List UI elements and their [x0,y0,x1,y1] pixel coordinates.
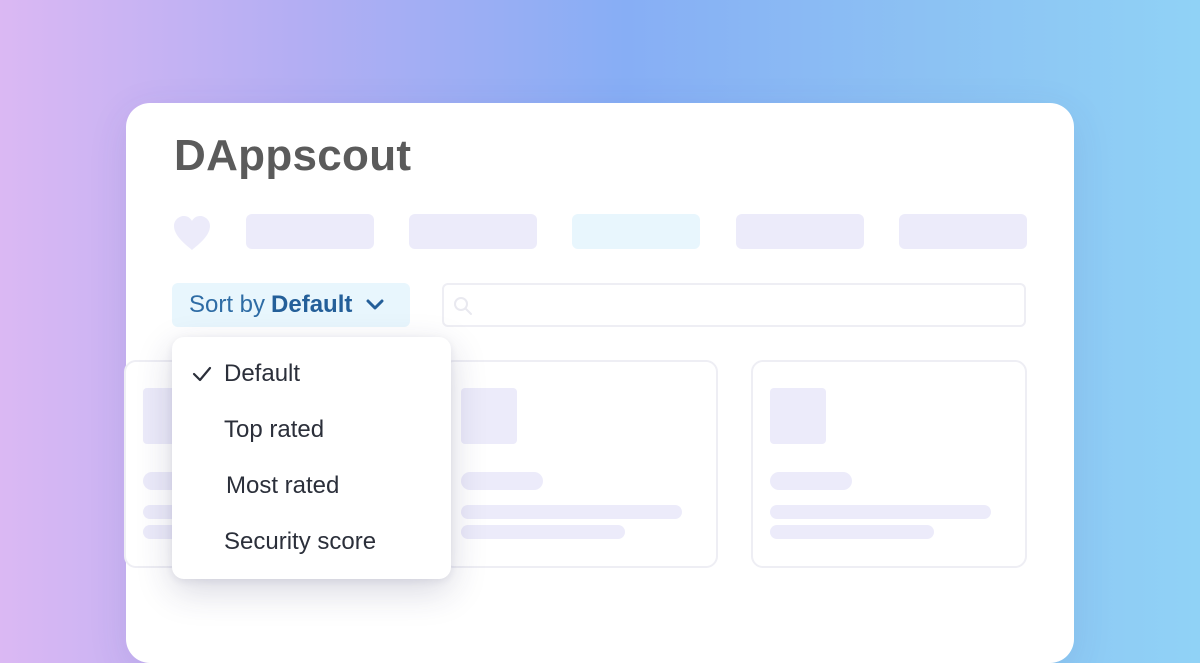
app-card-thumbnail [770,388,826,444]
search-input[interactable] [442,283,1026,327]
search-icon [454,297,472,315]
sort-option-security-score[interactable]: Security score [172,522,451,562]
app-card-text-placeholder [770,505,991,519]
sort-option-top-rated[interactable]: Top rated [172,410,451,450]
app-card-text-placeholder [461,505,682,519]
tab-placeholder-2[interactable] [409,214,537,249]
app-title: DAppscout [174,131,412,180]
sort-selected-value: Default [271,291,353,318]
app-card-text-placeholder [461,525,625,539]
sort-option-label: Most rated [226,472,340,499]
tab-placeholder-4[interactable] [736,214,864,249]
chevron-down-icon [366,299,384,310]
tab-placeholder-3[interactable] [572,214,700,249]
sort-option-label: Default [224,360,301,387]
app-card-2[interactable] [442,360,718,568]
sort-option-default[interactable]: Default [172,354,451,394]
app-card-thumbnail [461,388,517,444]
checkmark-icon [192,366,212,382]
tab-placeholder-1[interactable] [246,214,374,249]
app-card-text-placeholder [770,525,934,539]
sort-option-label: Security score [224,528,377,555]
heart-icon[interactable] [172,215,212,251]
tab-placeholder-5[interactable] [899,214,1027,249]
sort-dropdown-button[interactable]: Sort by Default [172,283,410,327]
app-card-3[interactable] [751,360,1027,568]
app-card-title-placeholder [461,472,543,490]
app-card-title-placeholder [770,472,852,490]
sort-option-most-rated[interactable]: Most rated [172,466,451,506]
sort-label: Sort by [189,291,266,318]
sort-options-menu: Default Top rated Most rated Security sc… [172,337,451,579]
sort-option-label: Top rated [224,416,325,443]
